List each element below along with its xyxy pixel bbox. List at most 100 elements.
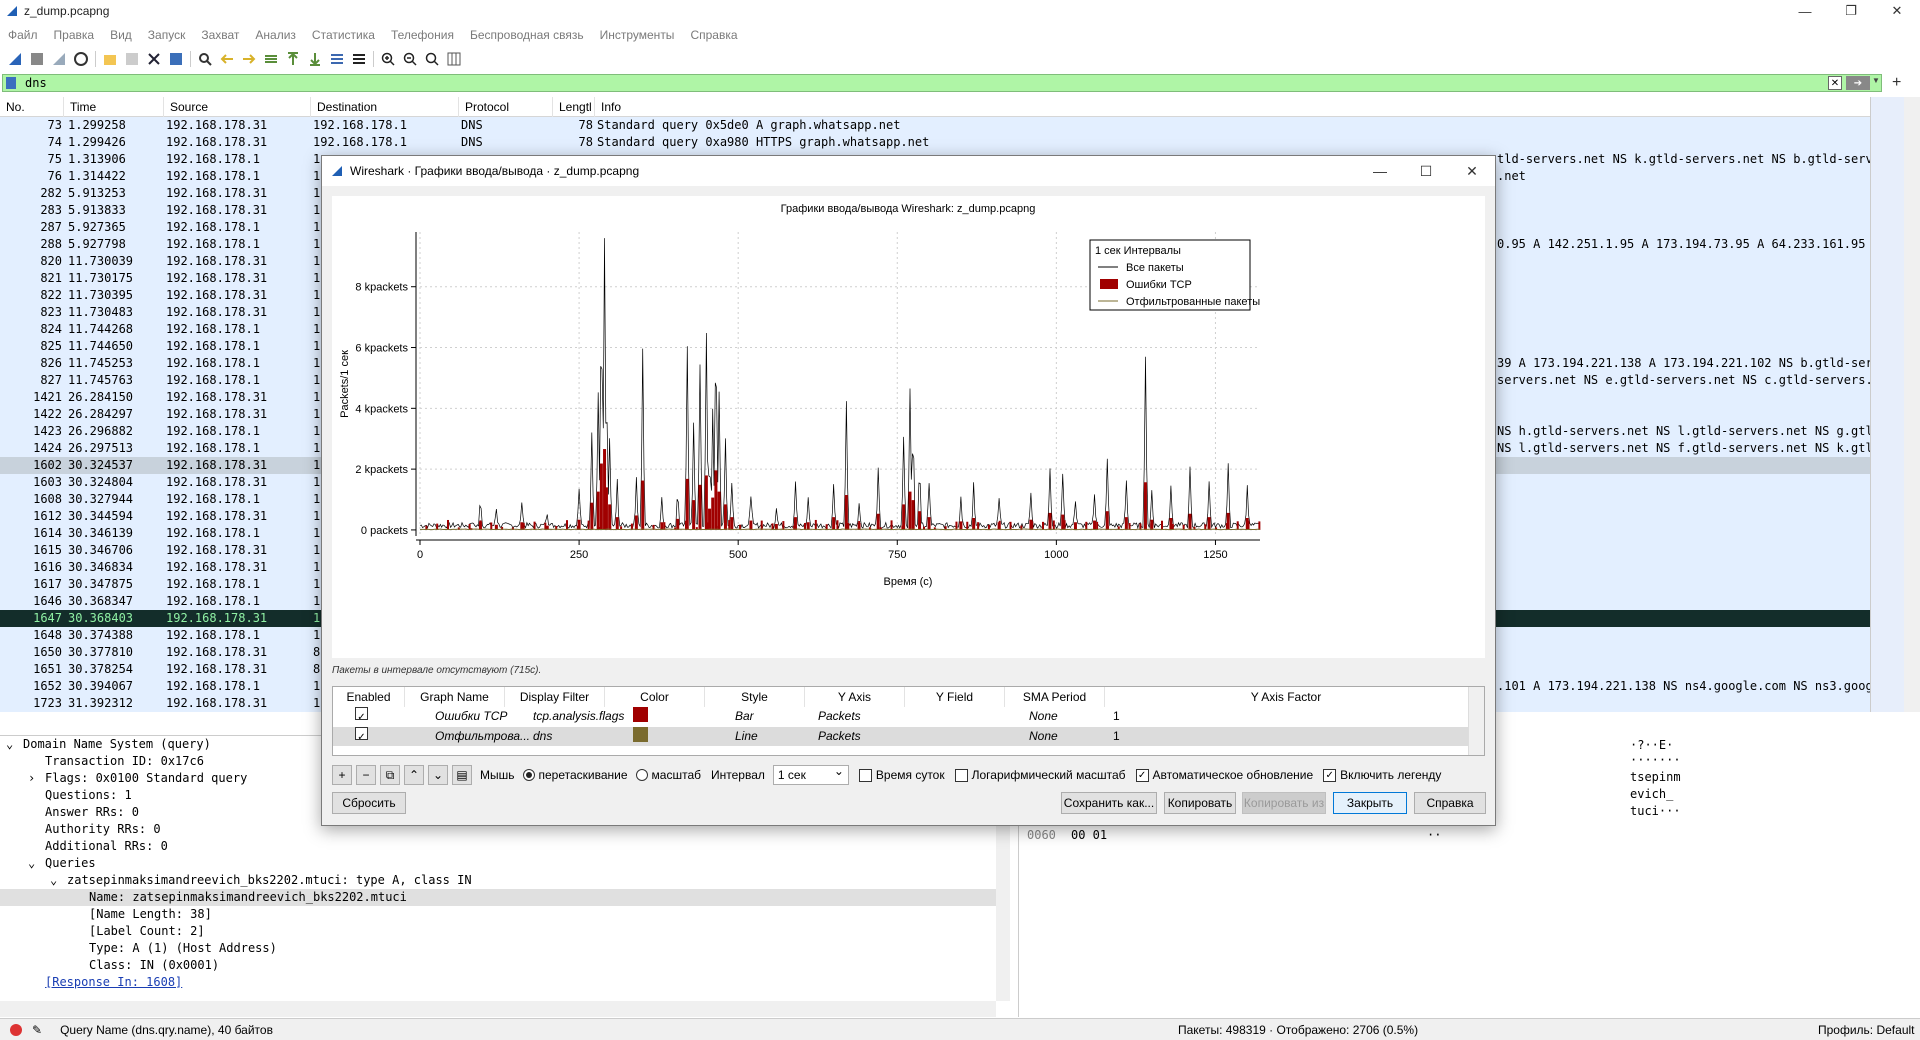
gt-header-style[interactable]: Style xyxy=(705,687,805,707)
menu-item[interactable]: Беспроводная связь xyxy=(462,28,592,42)
graph-color-swatch[interactable] xyxy=(633,707,648,722)
graph-color-swatch[interactable] xyxy=(633,727,648,742)
graph-enabled-checkbox[interactable]: ✓ xyxy=(355,727,368,743)
gt-header-y-axis-factor[interactable]: Y Axis Factor xyxy=(1105,687,1467,707)
detail-tree-item[interactable]: [Label Count: 2] xyxy=(0,923,996,940)
dialog-close-button[interactable]: ✕ xyxy=(1449,156,1495,186)
menu-item[interactable]: Захват xyxy=(193,28,247,42)
time-of-day-checkbox[interactable] xyxy=(858,768,872,782)
detail-tree-item[interactable]: Class: IN (0x0001) xyxy=(0,957,996,974)
graph-enabled-checkbox[interactable]: ✓ xyxy=(355,707,368,723)
gt-header-sma-period[interactable]: SMA Period xyxy=(1005,687,1105,707)
detail-tree-item[interactable]: Type: A (1) (Host Address) xyxy=(0,940,996,957)
menu-item[interactable]: Правка xyxy=(46,28,103,42)
autoscroll-icon[interactable] xyxy=(326,48,348,70)
filter-history-dropdown-icon[interactable]: ▼ xyxy=(1872,76,1882,90)
go-back-icon[interactable] xyxy=(216,48,238,70)
detail-tree-item[interactable]: ⌄ zatsepinmaksimandreevich_bks2202.mtuci:… xyxy=(0,872,996,889)
colorize-icon[interactable] xyxy=(348,48,370,70)
log-scale-label[interactable]: Логарифмический масштаб xyxy=(972,768,1126,782)
graph-row[interactable]: ✓ Ошибки TCP tcp.analysis.flags Bar Pack… xyxy=(333,707,1468,726)
menu-item[interactable]: Справка xyxy=(682,28,745,42)
interval-select[interactable]: 1 сек xyxy=(772,764,849,785)
response-link[interactable]: [Response In: 1608] xyxy=(45,974,182,991)
add-filter-button-icon[interactable]: + xyxy=(1892,74,1908,92)
auto-update-checkbox[interactable]: ✓ xyxy=(1135,768,1149,782)
resize-columns-icon[interactable] xyxy=(443,48,465,70)
apply-filter-icon[interactable]: ➔ xyxy=(1846,76,1870,90)
drag-radio[interactable] xyxy=(522,769,535,781)
reset-button[interactable]: Сбросить xyxy=(332,792,406,814)
first-packet-icon[interactable] xyxy=(282,48,304,70)
col-protocol-header[interactable]: Protocol xyxy=(459,97,553,117)
go-to-packet-icon[interactable] xyxy=(260,48,282,70)
close-dialog-button[interactable]: Закрыть xyxy=(1333,792,1407,814)
clear-graphs-button[interactable]: ▤ xyxy=(452,765,472,785)
expert-info-icon[interactable] xyxy=(10,1023,22,1036)
auto-update-label[interactable]: Автоматическое обновление xyxy=(1153,768,1314,782)
col-destination-header[interactable]: Destination xyxy=(311,97,459,117)
packet-row[interactable]: 74 1.299426 192.168.178.31 192.168.178.1 DNS… xyxy=(0,134,1870,151)
detail-tree-item[interactable]: Name: zatsepinmaksimandreevich_bks2202.m… xyxy=(0,889,996,906)
packet-list-scrollbar[interactable] xyxy=(1904,97,1920,712)
drag-label[interactable]: перетаскивание xyxy=(539,768,628,782)
dialog-maximize-button[interactable]: ☐ xyxy=(1403,156,1449,186)
col-length-header[interactable]: Lengtl xyxy=(553,97,595,117)
menu-item[interactable]: Телефония xyxy=(383,28,462,42)
filter-bookmark-icon[interactable] xyxy=(6,77,16,89)
copy-from-button[interactable]: Копировать из xyxy=(1242,792,1326,814)
restart-capture-icon[interactable] xyxy=(48,48,70,70)
dialog-minimize-button[interactable]: — xyxy=(1357,156,1403,186)
zoom-out-icon[interactable] xyxy=(399,48,421,70)
capture-options-icon[interactable] xyxy=(70,48,92,70)
find-packet-icon[interactable] xyxy=(194,48,216,70)
stop-capture-icon[interactable] xyxy=(26,48,48,70)
menu-item[interactable]: Запуск xyxy=(140,28,194,42)
close-file-icon[interactable] xyxy=(143,48,165,70)
last-packet-icon[interactable] xyxy=(304,48,326,70)
status-profile[interactable]: Профиль: Default xyxy=(1818,1023,1915,1037)
edit-comment-icon[interactable]: ✎ xyxy=(32,1023,42,1037)
detail-tree-item[interactable]: [Name Length: 38] xyxy=(0,906,996,923)
go-forward-icon[interactable] xyxy=(238,48,260,70)
gt-header-y-axis[interactable]: Y Axis xyxy=(805,687,905,707)
menu-item[interactable]: Анализ xyxy=(247,28,304,42)
log-scale-checkbox[interactable] xyxy=(954,768,968,782)
display-filter-input[interactable]: dns xyxy=(2,74,1882,92)
bytes-ascii[interactable]: ·· xyxy=(1427,827,1441,844)
packet-list-minimap[interactable] xyxy=(1870,97,1904,712)
col-source-header[interactable]: Source xyxy=(164,97,311,117)
reload-file-icon[interactable] xyxy=(165,48,187,70)
gt-header-enabled[interactable]: Enabled xyxy=(333,687,405,707)
graph-table-scrollbar[interactable] xyxy=(1468,687,1484,755)
move-up-button[interactable]: ⌃ xyxy=(404,765,424,785)
close-button[interactable]: ✕ xyxy=(1874,0,1920,22)
zoom-label[interactable]: масштаб xyxy=(652,768,701,782)
expanded-arrow-icon[interactable]: ⌄ xyxy=(28,855,35,872)
gt-header-y-field[interactable]: Y Field xyxy=(905,687,1005,707)
zoom-radio[interactable] xyxy=(635,769,648,781)
expanded-arrow-icon[interactable]: ⌄ xyxy=(6,736,13,753)
enable-legend-checkbox[interactable]: ✓ xyxy=(1323,768,1337,782)
move-down-button[interactable]: ⌄ xyxy=(428,765,448,785)
menu-item[interactable]: Статистика xyxy=(304,28,383,42)
gt-header-color[interactable]: Color xyxy=(605,687,705,707)
io-graph-chart[interactable]: Графики ввода/вывода Wireshark: z_dump.p… xyxy=(332,196,1485,658)
add-graph-button[interactable]: + xyxy=(332,765,352,785)
collapsed-arrow-icon[interactable]: › xyxy=(28,770,35,787)
help-button[interactable]: Справка xyxy=(1414,792,1486,814)
normal-size-icon[interactable] xyxy=(421,48,443,70)
time-of-day-label[interactable]: Время суток xyxy=(876,768,945,782)
col-time-header[interactable]: Time xyxy=(64,97,164,117)
save-file-icon[interactable] xyxy=(121,48,143,70)
graph-row[interactable]: ✓ Отфильтрова... dns Line Packets None 1 xyxy=(333,727,1468,746)
details-hscrollbar[interactable] xyxy=(0,1001,996,1017)
zoom-in-icon[interactable] xyxy=(377,48,399,70)
gt-header-graph-name[interactable]: Graph Name xyxy=(405,687,505,707)
copy-graph-button[interactable]: ⧉ xyxy=(380,765,400,785)
detail-tree-item[interactable]: ⌄ Queries xyxy=(0,855,996,872)
start-capture-icon[interactable] xyxy=(4,48,26,70)
expanded-arrow-icon[interactable]: ⌄ xyxy=(50,872,57,889)
menu-item[interactable]: Вид xyxy=(102,28,140,42)
col-info-header[interactable]: Info xyxy=(595,97,1870,117)
